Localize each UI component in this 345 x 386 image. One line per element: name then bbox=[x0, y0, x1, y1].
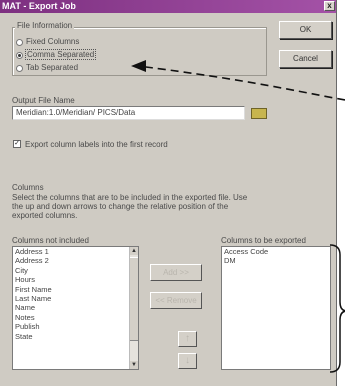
arrow-head-icon bbox=[131, 60, 146, 72]
annotation-overlay bbox=[131, 60, 345, 373]
curly-brace-icon bbox=[329, 244, 345, 373]
dashed-arrow-line bbox=[137, 65, 345, 101]
